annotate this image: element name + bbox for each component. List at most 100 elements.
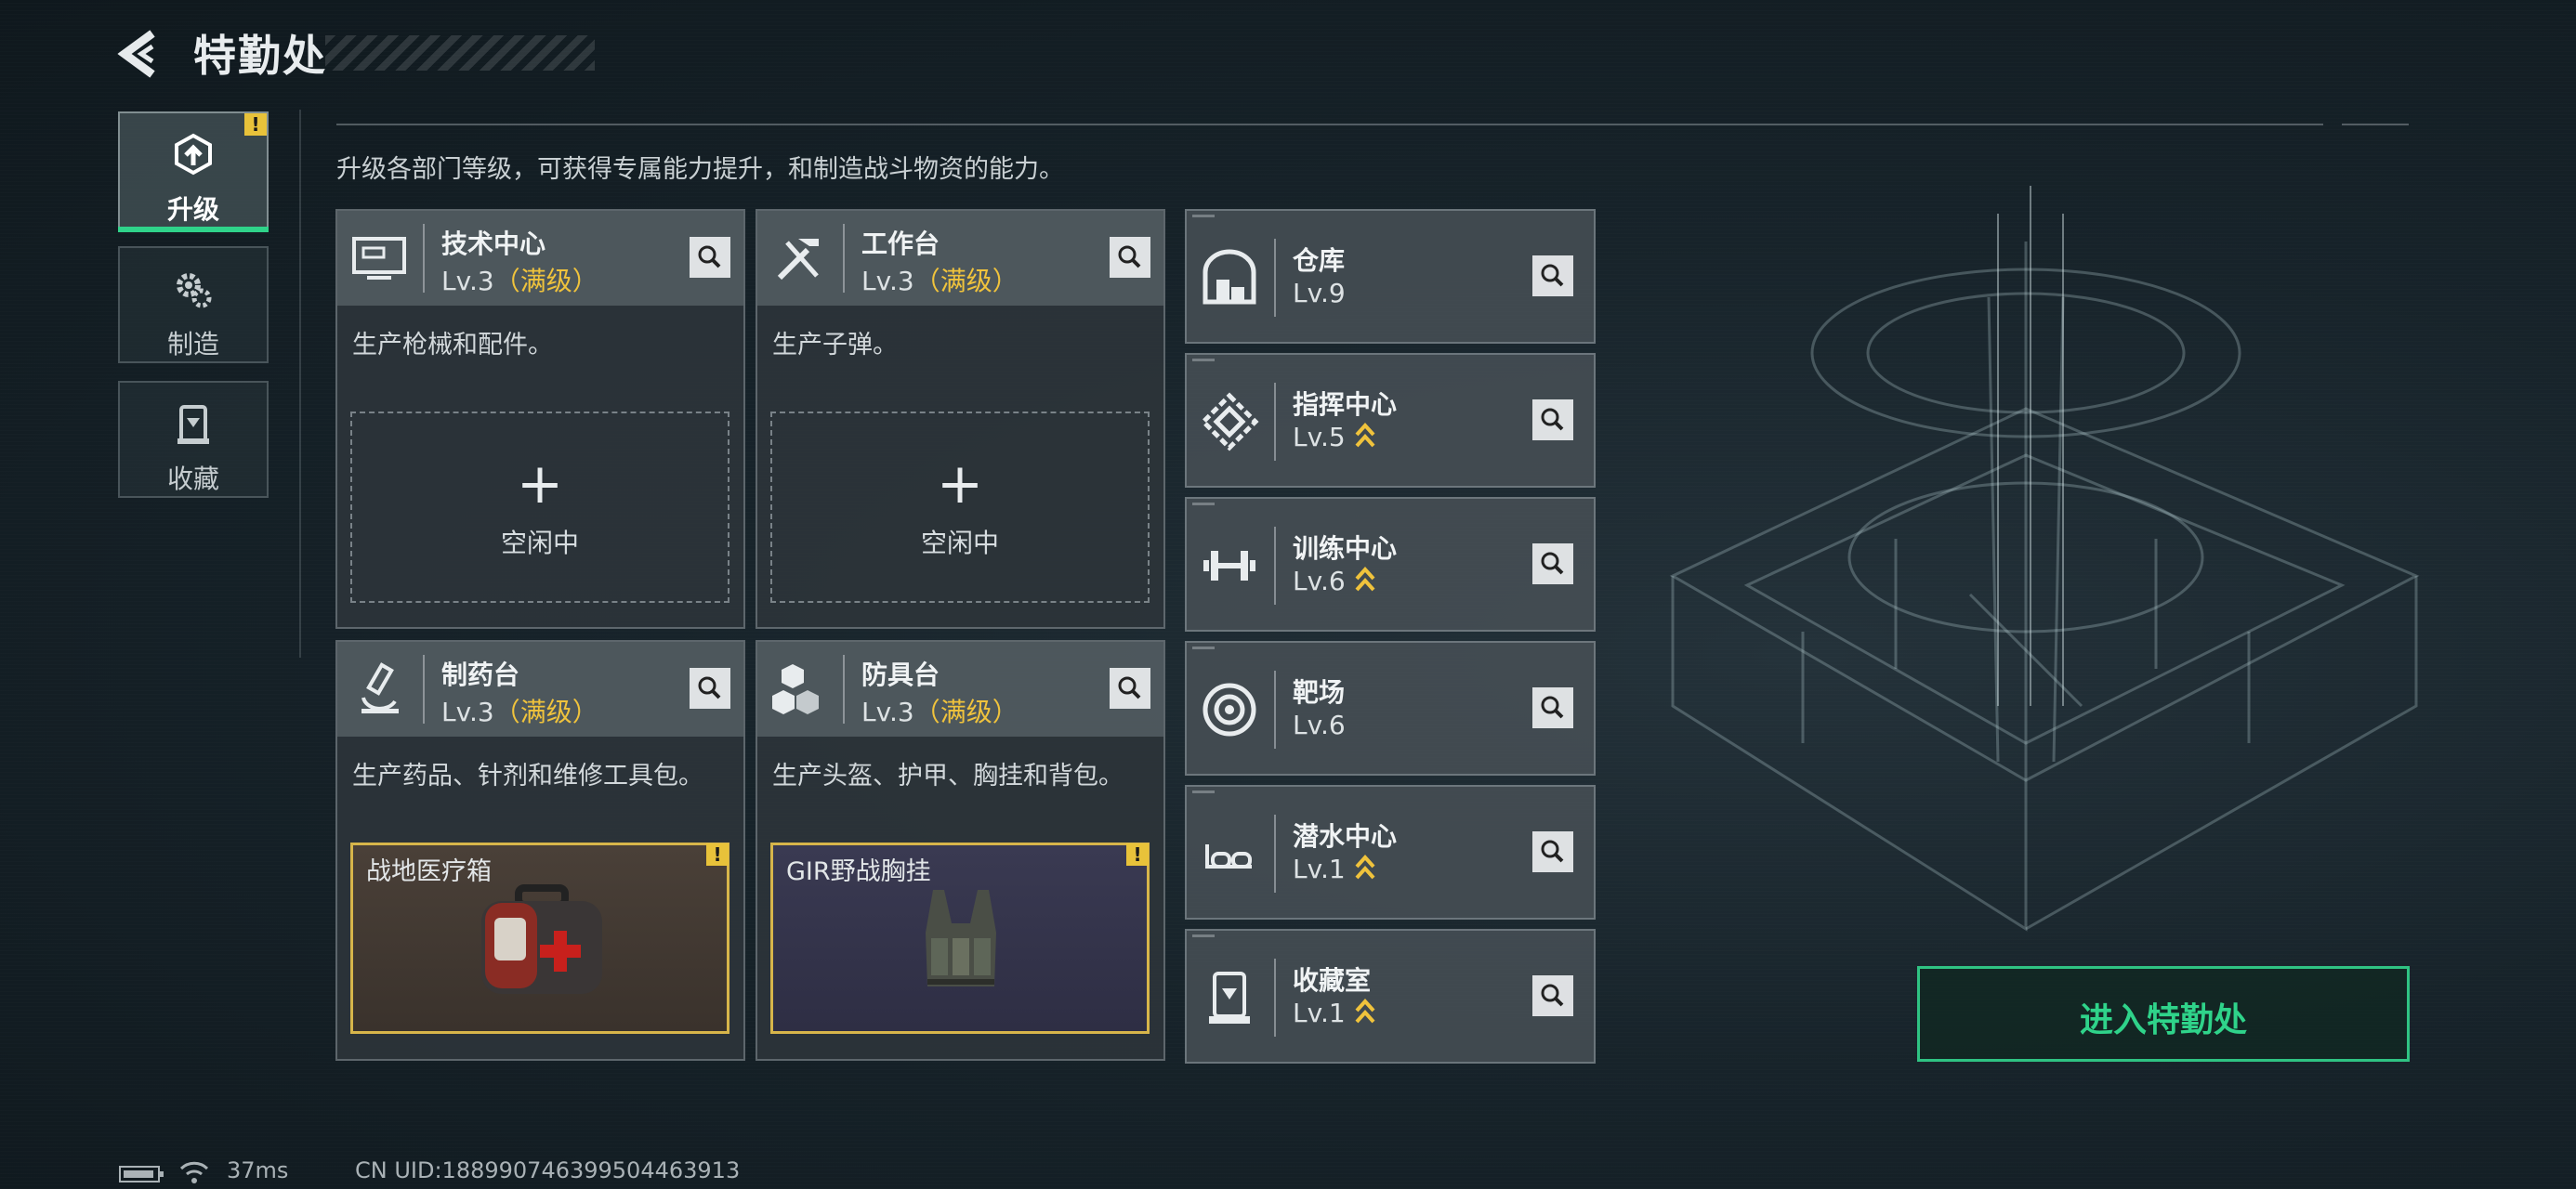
search-button[interactable]: [1532, 543, 1573, 584]
facility-card-pharmacy[interactable]: 制药台 Lv.3（满级） 生产药品、针剂和维修工具包。 战地医疗箱 !: [335, 640, 745, 1061]
facility-card-armor[interactable]: 防具台 Lv.3（满级） 生产头盔、护甲、胸挂和背包。 GIR野战胸挂 !: [756, 640, 1165, 1061]
idle-slot[interactable]: + 空闲中: [770, 412, 1150, 603]
search-button[interactable]: [690, 668, 730, 709]
alert-badge: !: [244, 113, 267, 136]
facility-level: Lv.9: [1293, 278, 1346, 308]
facility-level: Lv.3（满级）: [441, 266, 598, 296]
upgrade-available-icon: [1355, 855, 1375, 880]
nav-craft-label: 制造: [166, 329, 219, 359]
facility-name: 指挥中心: [1293, 389, 1398, 420]
search-icon: [1118, 245, 1141, 268]
separator: [1274, 671, 1276, 749]
facility-name: 收藏室: [1293, 965, 1372, 996]
corner-tag: [1192, 215, 1215, 217]
enter-base-label: 进入特勤处: [2079, 1001, 2247, 1039]
idle-slot[interactable]: + 空闲中: [350, 412, 729, 603]
max-level-tag: （满级）: [913, 266, 1019, 296]
tools-icon: [777, 239, 819, 281]
chest-rig-image: [926, 890, 996, 986]
corner-tag: [1192, 503, 1215, 505]
search-icon: [1541, 264, 1564, 287]
facility-card-tech-center[interactable]: 技术中心 Lv.3（满级） 生产枪械和配件。 + 空闲中: [335, 209, 745, 629]
search-button[interactable]: [1532, 687, 1573, 728]
nav-craft[interactable]: 制造: [118, 246, 269, 363]
facility-name: 防具台: [861, 660, 940, 690]
search-icon: [1541, 408, 1564, 431]
search-icon: [1541, 840, 1564, 863]
alert-badge: !: [1126, 843, 1149, 866]
collection-room-icon: [1209, 972, 1250, 1024]
corner-tag: [1192, 359, 1215, 361]
facility-level: Lv.1: [1293, 854, 1375, 884]
facility-level: Lv.5: [1293, 422, 1375, 452]
search-icon: [1118, 676, 1141, 699]
separator: [1274, 959, 1276, 1037]
facility-level: Lv.6: [1293, 566, 1375, 596]
back-icon[interactable]: [113, 28, 169, 80]
facility-name: 技术中心: [441, 229, 546, 259]
card-header: 技术中心 Lv.3（满级）: [337, 211, 743, 306]
medkit-image: [481, 884, 602, 994]
title-decoration: [325, 35, 595, 71]
search-button[interactable]: [1532, 255, 1573, 296]
separator: [423, 655, 425, 724]
search-icon: [698, 245, 721, 268]
corner-tag: [1192, 934, 1215, 937]
nav-upgrade[interactable]: 升级 !: [118, 111, 269, 229]
upgrade-available-icon: [1355, 567, 1375, 592]
add-icon: +: [516, 451, 564, 516]
facility-warehouse[interactable]: 仓库 Lv.9: [1185, 209, 1596, 344]
facility-training-center[interactable]: 训练中心 Lv.6: [1185, 497, 1596, 632]
facility-name: 潜水中心: [1293, 821, 1398, 852]
facility-description: 生产药品、针剂和维修工具包。: [352, 762, 703, 790]
search-icon: [698, 676, 721, 699]
warehouse-icon: [1203, 249, 1256, 305]
search-button[interactable]: [1532, 831, 1573, 872]
wifi-icon: [179, 1161, 209, 1183]
facility-card-workbench[interactable]: 工作台 Lv.3（满级） 生产子弹。 + 空闲中: [756, 209, 1165, 629]
separator: [1274, 527, 1276, 605]
production-item-slot[interactable]: GIR野战胸挂 !: [770, 843, 1150, 1034]
search-button[interactable]: [1110, 668, 1150, 709]
search-button[interactable]: [1110, 237, 1150, 278]
facility-level: Lv.1: [1293, 998, 1375, 1028]
page-title: 特勤处: [193, 31, 327, 81]
facility-shooting-range[interactable]: 靶场 Lv.6: [1185, 641, 1596, 776]
search-button[interactable]: [690, 237, 730, 278]
target-icon: [1203, 683, 1256, 737]
nav-collection[interactable]: 收藏: [118, 381, 269, 498]
facility-command-center[interactable]: 指挥中心 Lv.5: [1185, 353, 1596, 488]
separator: [1274, 815, 1276, 893]
facility-diving-center[interactable]: 潜水中心 Lv.1: [1185, 785, 1596, 920]
facility-level: Lv.6: [1293, 710, 1346, 740]
add-icon: +: [936, 451, 984, 516]
card-header: 制药台 Lv.3（满级）: [337, 642, 743, 737]
facility-description: 生产枪械和配件。: [352, 331, 553, 359]
facility-description: 生产子弹。: [772, 331, 898, 359]
dumbbell-icon: [1203, 551, 1255, 581]
command-icon: [1200, 392, 1259, 451]
divider: [299, 110, 301, 658]
nav-collection-label: 收藏: [166, 464, 219, 494]
facility-collection-room[interactable]: 收藏室 Lv.1: [1185, 929, 1596, 1064]
facility-name: 训练中心: [1293, 533, 1398, 564]
search-icon: [1541, 984, 1564, 1007]
idle-label: 空闲中: [920, 528, 999, 558]
facility-name: 工作台: [861, 229, 940, 259]
idle-label: 空闲中: [500, 528, 579, 558]
search-button[interactable]: [1532, 399, 1573, 440]
facility-description: 生产头盔、护甲、胸挂和背包。: [772, 762, 1124, 790]
facility-name: 制药台: [441, 660, 520, 690]
facility-level: Lv.3（满级）: [861, 697, 1019, 727]
separator: [843, 224, 845, 293]
facility-level: Lv.3（满级）: [441, 697, 598, 727]
enter-base-button[interactable]: 进入特勤处: [1917, 966, 2410, 1062]
divider: [336, 124, 2323, 125]
upgrade-available-icon: [1355, 423, 1375, 448]
production-item-name: GIR野战胸挂: [786, 857, 931, 886]
max-level-tag: （满级）: [913, 697, 1019, 727]
divider: [2342, 124, 2409, 125]
production-item-slot[interactable]: 战地医疗箱 !: [350, 843, 729, 1034]
search-button[interactable]: [1532, 975, 1573, 1016]
microscope-icon: [361, 662, 399, 713]
